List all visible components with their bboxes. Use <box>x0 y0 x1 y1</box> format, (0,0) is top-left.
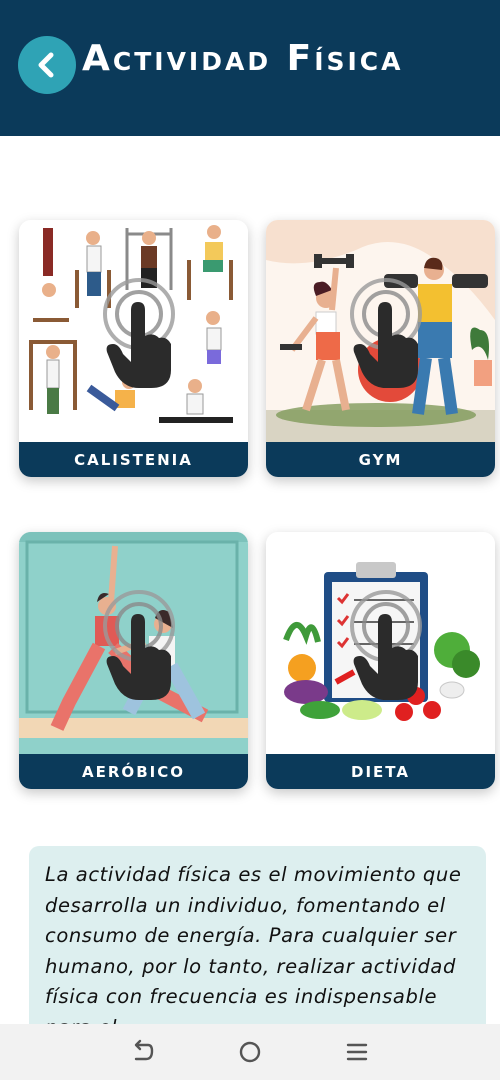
tap-gesture-icon <box>350 590 422 700</box>
tap-gesture-icon <box>103 278 175 388</box>
app-header: Actividad Física <box>0 0 500 136</box>
card-aerobico[interactable]: AERÓBICO <box>19 532 248 789</box>
tap-gesture-icon <box>103 590 175 700</box>
home-nav-icon <box>239 1041 261 1063</box>
card-label-gym: GYM <box>266 442 495 477</box>
description-text: La actividad física es el movimiento que… <box>45 863 462 1039</box>
nav-recents-button[interactable] <box>337 1032 377 1072</box>
nav-back-button[interactable] <box>123 1032 163 1072</box>
back-nav-icon <box>135 1039 154 1061</box>
nav-home-button[interactable] <box>230 1032 270 1072</box>
tap-gesture-icon <box>350 278 422 388</box>
card-calistenia[interactable]: CALISTENIA <box>19 220 248 477</box>
card-label-dieta: DIETA <box>266 754 495 789</box>
card-label-aerobico: AERÓBICO <box>19 754 248 789</box>
card-dieta[interactable]: DIETA <box>266 532 495 789</box>
recents-nav-icon <box>346 1043 367 1061</box>
chevron-left-icon <box>38 52 54 78</box>
card-gym[interactable]: GYM <box>266 220 495 477</box>
back-button[interactable] <box>18 36 76 94</box>
system-navigation-bar <box>0 1024 500 1080</box>
page-title: Actividad Física <box>82 38 404 79</box>
card-label-calistenia: CALISTENIA <box>19 442 248 477</box>
